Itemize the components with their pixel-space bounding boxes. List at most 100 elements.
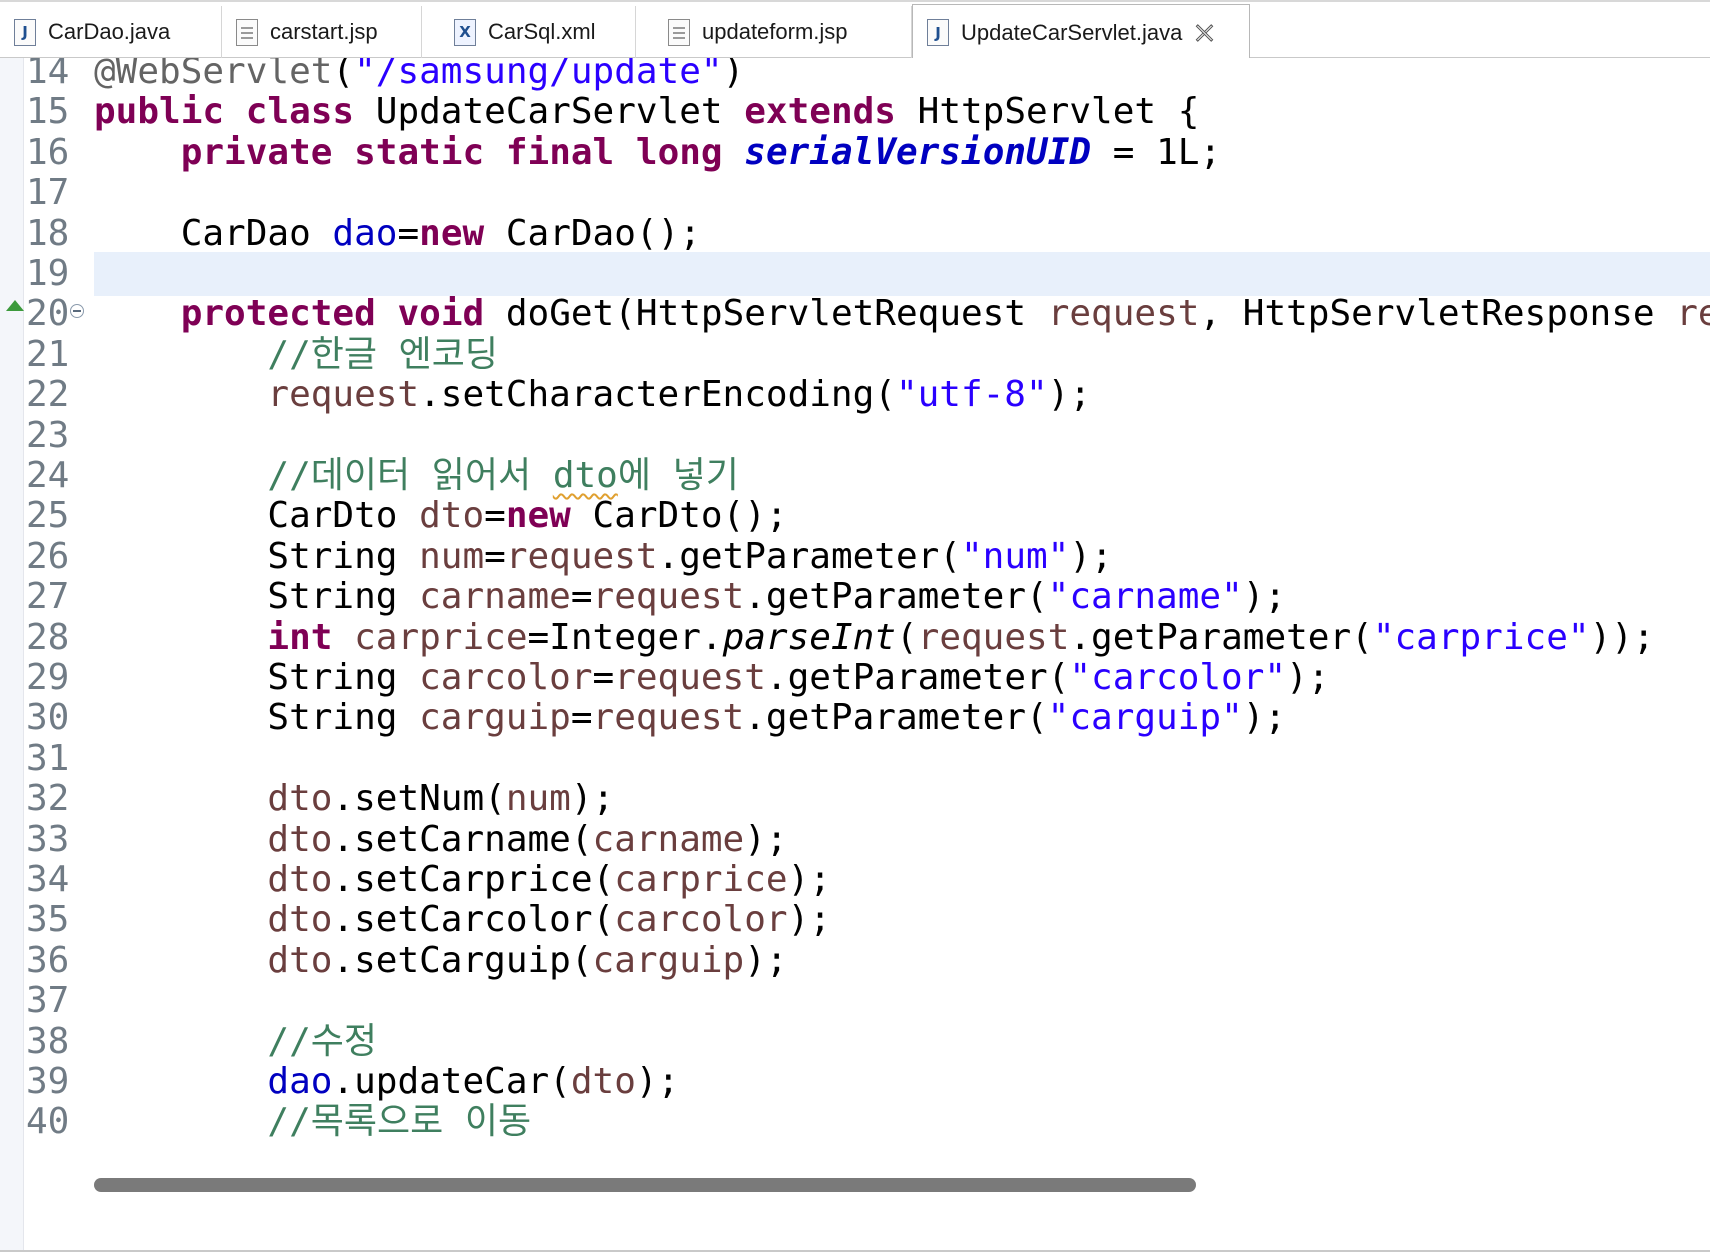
code-line[interactable]: 39 dao.updateCar(dto); — [0, 1060, 1710, 1104]
code-token: new — [419, 212, 485, 254]
code-line[interactable]: 20 protected void doGet(HttpServletReque… — [0, 292, 1710, 336]
code-token: String — [94, 657, 420, 698]
code-token: carprice — [614, 859, 788, 900]
code-token: //한글 엔코딩 — [267, 333, 499, 375]
line-number: 16 — [26, 131, 70, 173]
code-token: = — [592, 657, 615, 698]
code-token: //목록으로 이동 — [267, 1101, 532, 1143]
code-token: final — [505, 131, 615, 173]
code-token: carcolor — [614, 899, 788, 941]
code-line[interactable]: 23 — [0, 414, 1710, 458]
editor-tab-bar: J CarDao.java carstart.jsp X CarSql.xml … — [0, 0, 1710, 60]
xml-file-icon: X — [454, 18, 476, 46]
code-token: "num" — [960, 535, 1070, 577]
code-text: dto.setCarname(carname); — [94, 818, 788, 862]
tab-updatecarservlet-java[interactable]: J UpdateCarServlet.java — [912, 4, 1250, 60]
code-token: .getParameter( — [744, 697, 1048, 739]
code-token: void — [397, 293, 485, 335]
close-icon[interactable] — [1194, 22, 1216, 44]
code-line[interactable]: 33 dto.setCarname(carname); — [0, 818, 1710, 862]
code-line[interactable]: 29 String carcolor=request.getParameter(… — [0, 656, 1710, 700]
code-line[interactable]: 32 dto.setNum(num); — [0, 777, 1710, 821]
code-line[interactable]: 35 dto.setCarcolor(carcolor); — [0, 898, 1710, 942]
code-text: dto.setCarprice(carprice); — [94, 858, 831, 902]
override-triangle-icon[interactable] — [6, 300, 24, 312]
current-line-highlight — [94, 252, 1710, 296]
code-line[interactable]: 27 String carname=request.getParameter("… — [0, 575, 1710, 619]
code-line[interactable]: 19 — [0, 252, 1710, 296]
code-text: String carcolor=request.getParameter("ca… — [94, 656, 1329, 700]
code-text: public class UpdateCarServlet extends Ht… — [94, 90, 1199, 134]
code-token: = — [570, 697, 593, 739]
line-number: 20 — [26, 293, 70, 335]
code-token: ); — [744, 818, 788, 860]
code-line[interactable]: 25 CarDto dto=new CarDto(); — [0, 494, 1710, 538]
tab-carsql-xml[interactable]: X CarSql.xml — [440, 6, 636, 58]
code-token: .setCarname( — [332, 818, 593, 860]
code-token: request — [505, 535, 658, 577]
code-token: dto — [570, 1061, 636, 1102]
code-line[interactable]: 30 String carguip=request.getParameter("… — [0, 696, 1710, 740]
code-token: re — [1676, 293, 1710, 335]
code-line[interactable]: 38 //수정 — [0, 1020, 1710, 1064]
code-token: doGet(HttpServletRequest — [484, 293, 1048, 335]
code-text: dto.setNum(num); — [94, 777, 614, 821]
code-token: CarDto(); — [570, 495, 788, 537]
code-token: serialVersionUID — [744, 131, 1092, 173]
code-line[interactable]: 28 int carprice=Integer.parseInt(request… — [0, 616, 1710, 660]
code-token: request — [267, 374, 420, 416]
code-token: //데이터 읽어서 — [267, 455, 553, 496]
code-line[interactable]: 21 //한글 엔코딩 — [0, 333, 1710, 377]
code-text: int carprice=Integer.parseInt(request.ge… — [94, 616, 1655, 660]
code-token: class — [245, 91, 355, 133]
code-line[interactable]: 36 dto.setCarguip(carguip); — [0, 939, 1710, 983]
code-line[interactable]: 37 — [0, 979, 1710, 1023]
code-token: parseInt — [722, 616, 896, 658]
code-token: "carguip" — [1047, 697, 1243, 739]
tab-carstart-jsp[interactable]: carstart.jsp — [222, 6, 422, 58]
code-token: .setCarcolor( — [332, 899, 615, 941]
code-token: ); — [787, 859, 831, 900]
code-token: HttpServlet { — [895, 91, 1200, 133]
code-text: //수정 — [94, 1020, 377, 1064]
code-line[interactable]: 31 — [0, 737, 1710, 781]
code-line[interactable]: 22 request.setCharacterEncoding("utf-8")… — [0, 373, 1710, 417]
code-line[interactable]: 24 //데이터 읽어서 dto에 넣기 — [0, 454, 1710, 498]
code-token: = — [484, 495, 506, 537]
code-token: new — [505, 495, 571, 537]
code-token: extends — [744, 91, 896, 133]
code-token: int — [267, 616, 333, 658]
code-token: )); — [1589, 616, 1655, 658]
code-token: =Integer. — [527, 616, 723, 658]
line-number: 29 — [26, 657, 70, 698]
code-line[interactable]: 18 CarDao dao=new CarDao(); — [0, 212, 1710, 256]
code-token: = — [397, 212, 420, 254]
code-line[interactable]: 17 — [0, 171, 1710, 215]
code-line[interactable]: 34 dto.setCarprice(carprice); — [0, 858, 1710, 902]
code-token: ); — [1286, 657, 1330, 698]
code-line[interactable]: 14 @WebServlet("/samsung/update") — [0, 58, 1710, 94]
tab-updateform-jsp[interactable]: updateform.jsp — [654, 6, 912, 58]
code-line[interactable]: 26 String num=request.getParameter("num"… — [0, 535, 1710, 579]
code-line[interactable]: 15 public class UpdateCarServlet extends … — [0, 90, 1710, 134]
horizontal-scrollbar-thumb[interactable] — [94, 1178, 1196, 1192]
code-text: String num=request.getParameter("num"); — [94, 535, 1113, 579]
code-line[interactable]: 40 //목록으로 이동 — [0, 1100, 1710, 1144]
code-token: ); — [1069, 535, 1113, 577]
code-text: private static final long serialVersionU… — [94, 131, 1221, 175]
jsp-file-icon — [668, 18, 690, 46]
tab-cardao-java[interactable]: J CarDao.java — [0, 6, 222, 58]
code-line[interactable]: 16 private static final long serialVersi… — [0, 131, 1710, 175]
code-token: dto — [267, 778, 333, 820]
tab-label: CarSql.xml — [488, 19, 596, 44]
code-editor[interactable]: 14 @WebServlet("/samsung/update") 15 public… — [0, 58, 1710, 1250]
